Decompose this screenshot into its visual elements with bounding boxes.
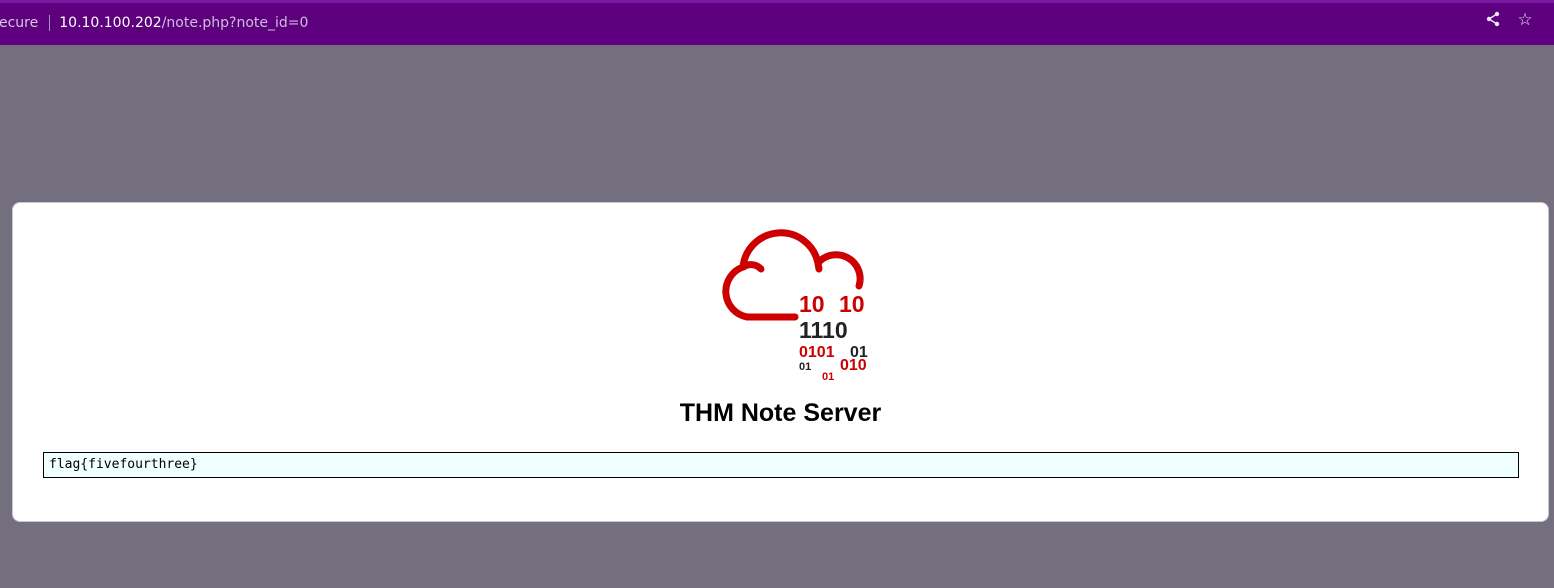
url-path[interactable]: /note.php?note_id=0 — [162, 15, 309, 31]
note-content: flag{fivefourthree} — [43, 452, 1519, 478]
address-separator — [49, 15, 51, 31]
page-title: THM Note Server — [679, 399, 882, 427]
logo-digits-7: 010 — [840, 357, 867, 374]
url-host[interactable]: 10.10.100.202 — [59, 15, 161, 31]
logo-digits-2: 10 — [839, 291, 865, 317]
note-card: 10 10 1110 0101 01 01 010 01 THM Note Se… — [12, 202, 1549, 522]
star-icon[interactable]: ☆ — [1516, 11, 1534, 29]
address-bar[interactable]: ecure 10.10.100.202/note.php?note_id=0 — [0, 7, 1548, 39]
logo-digits-8: 01 — [822, 371, 834, 383]
logo-digits-6: 01 — [799, 361, 811, 373]
share-icon[interactable] — [1484, 11, 1502, 29]
logo-digits-3: 1110 — [799, 317, 848, 343]
cloud-logo: 10 10 1110 0101 01 01 010 01 — [722, 229, 868, 383]
logo-digits-4: 0101 — [799, 344, 835, 361]
logo-digits-1: 10 — [799, 291, 825, 317]
browser-toolbar: ecure 10.10.100.202/note.php?note_id=0 ☆ — [0, 0, 1554, 45]
security-indicator[interactable]: ecure — [0, 15, 38, 31]
